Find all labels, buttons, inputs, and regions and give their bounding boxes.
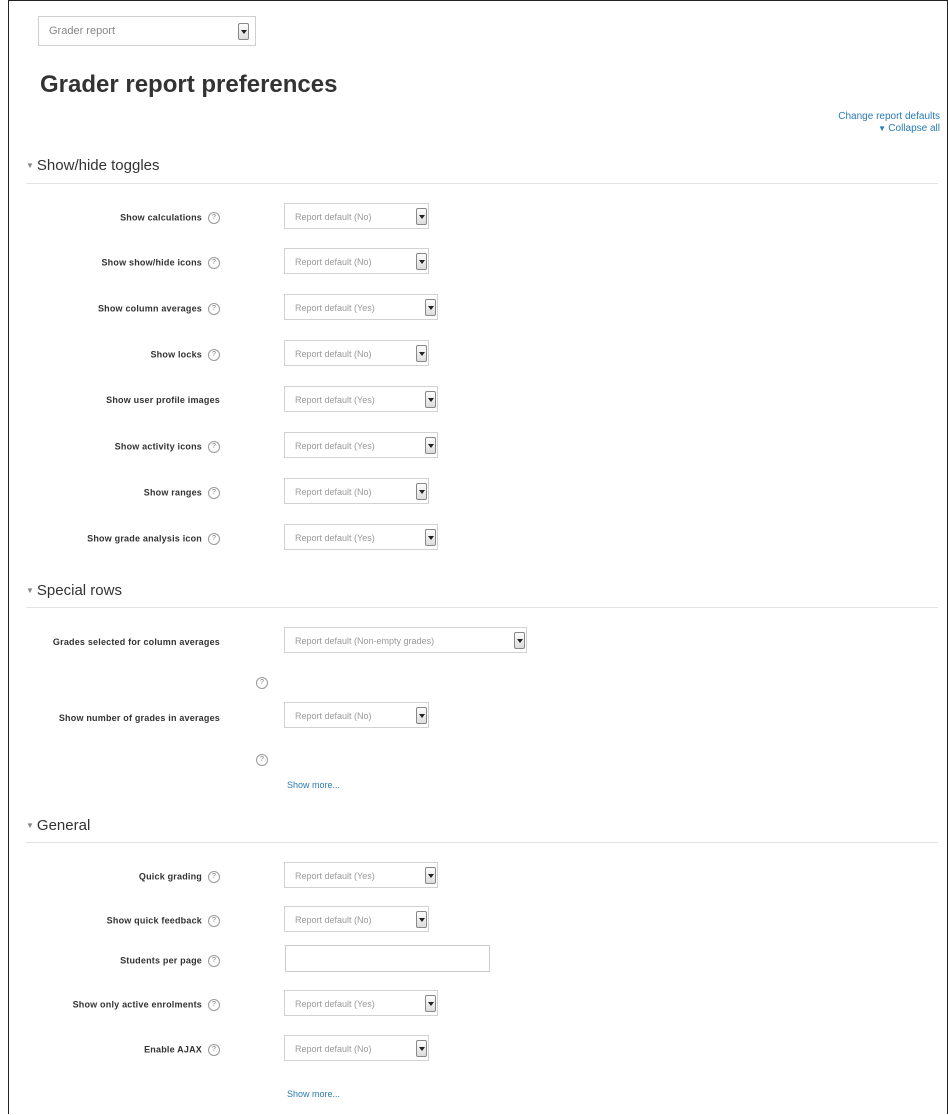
help-icon[interactable]: ? (208, 441, 220, 453)
show-quick-feedback-select[interactable]: Report default (No) (284, 906, 429, 932)
section-title-toggles: Show/hide toggles (36, 157, 160, 174)
dropdown-arrow-icon[interactable] (425, 995, 436, 1012)
top-links: Change report defaults ▼ Collapse all (838, 111, 940, 135)
section-title-general: General (36, 817, 91, 834)
field-label: Show quick feedback? (107, 915, 220, 927)
field-label: Show only active enrolments? (73, 999, 220, 1011)
help-icon[interactable]: ? (208, 349, 220, 361)
select-value: Report default (Yes) (295, 999, 375, 1009)
help-icon[interactable]: ? (208, 871, 220, 883)
help-icon[interactable]: ? (208, 955, 220, 967)
show-number-grades-select[interactable]: Report default (No) (284, 702, 429, 728)
collapse-all-link[interactable]: ▼ Collapse all (838, 123, 940, 135)
dropdown-arrow-icon[interactable] (425, 299, 436, 316)
field-label: Show user profile images (106, 395, 220, 405)
collapse-triangle-icon: ▼ (878, 124, 889, 133)
collapse-all-label: Collapse all (888, 123, 940, 134)
select-value: Report default (No) (295, 349, 372, 359)
collapse-triangle-icon: ▼ (26, 821, 34, 830)
select-value: Report default (No) (295, 212, 372, 222)
field-label: Enable AJAX? (144, 1044, 220, 1056)
section-header-general[interactable]: ▼ General (26, 817, 90, 834)
help-icon[interactable]: ? (208, 915, 220, 927)
show-grade-analysis-icon-select[interactable]: Report default (Yes) (284, 524, 438, 550)
show-showhide-icons-select[interactable]: Report default (No) (284, 248, 429, 274)
field-label: Show grade analysis icon? (87, 533, 220, 545)
field-label: Show calculations? (120, 212, 220, 224)
show-ranges-select[interactable]: Report default (No) (284, 478, 429, 504)
field-label: Show activity icons? (115, 441, 220, 453)
field-label: Show number of grades in averages (58, 713, 220, 723)
select-value: Report default (No) (295, 1044, 372, 1054)
dropdown-arrow-icon[interactable] (416, 1040, 427, 1057)
divider (26, 607, 938, 608)
report-type-select[interactable]: Grader report (38, 16, 256, 46)
collapse-triangle-icon: ▼ (26, 161, 34, 170)
select-value: Report default (Yes) (295, 303, 375, 313)
field-label: Quick grading? (139, 871, 220, 883)
page-title: Grader report preferences (40, 71, 338, 98)
field-label: Students per page? (120, 955, 220, 967)
dropdown-arrow-icon[interactable] (416, 253, 427, 270)
dropdown-arrow-icon[interactable] (416, 483, 427, 500)
field-label: Show show/hide icons? (101, 257, 220, 269)
select-value: Report default (No) (295, 711, 372, 721)
help-icon[interactable]: ? (208, 533, 220, 545)
dropdown-arrow-icon[interactable] (425, 391, 436, 408)
show-locks-select[interactable]: Report default (No) (284, 340, 429, 366)
select-value: Report default (No) (295, 915, 372, 925)
dropdown-arrow-icon[interactable] (416, 911, 427, 928)
change-report-defaults-link[interactable]: Change report defaults (838, 111, 940, 123)
show-column-averages-select[interactable]: Report default (Yes) (284, 294, 438, 320)
divider (26, 183, 938, 184)
field-label: Show locks? (150, 349, 220, 361)
show-activity-icons-select[interactable]: Report default (Yes) (284, 432, 438, 458)
help-icon[interactable]: ? (208, 257, 220, 269)
help-icon[interactable]: ? (208, 1044, 220, 1056)
select-value: Report default (Yes) (295, 533, 375, 543)
help-icon[interactable]: ? (208, 212, 220, 224)
quick-grading-select[interactable]: Report default (Yes) (284, 862, 438, 888)
enable-ajax-select[interactable]: Report default (No) (284, 1035, 429, 1061)
show-calculations-select[interactable]: Report default (No) (284, 203, 429, 229)
select-value: Report default (No) (295, 257, 372, 267)
show-only-active-enrolments-select[interactable]: Report default (Yes) (284, 990, 438, 1016)
report-type-value: Grader report (49, 25, 116, 37)
select-value: Report default (Yes) (295, 395, 375, 405)
section-title-special-rows: Special rows (36, 582, 122, 599)
section-header-special-rows[interactable]: ▼ Special rows (26, 582, 122, 599)
dropdown-arrow-icon[interactable] (425, 529, 436, 546)
help-icon[interactable]: ? (256, 677, 268, 689)
field-label: Grades selected for column averages (52, 637, 220, 647)
field-label: Show column averages? (98, 303, 220, 315)
help-icon[interactable]: ? (256, 754, 268, 766)
dropdown-arrow-icon[interactable] (416, 345, 427, 362)
help-icon[interactable]: ? (208, 999, 220, 1011)
dropdown-arrow-icon[interactable] (425, 437, 436, 454)
help-icon[interactable]: ? (208, 487, 220, 499)
field-label: Show ranges? (144, 487, 220, 499)
select-value: Report default (No) (295, 487, 372, 497)
select-value: Report default (Yes) (295, 871, 375, 881)
dropdown-arrow-icon[interactable] (425, 867, 436, 884)
show-more-link-general[interactable]: Show more... (287, 1089, 340, 1099)
show-more-link-special[interactable]: Show more... (287, 780, 340, 790)
dropdown-arrow-icon[interactable] (416, 208, 427, 225)
help-icon[interactable]: ? (208, 303, 220, 315)
dropdown-arrow-icon[interactable] (514, 632, 525, 649)
select-value: Report default (Yes) (295, 441, 375, 451)
students-per-page-input[interactable] (285, 945, 490, 972)
dropdown-arrow-icon[interactable] (416, 707, 427, 724)
section-header-toggles[interactable]: ▼ Show/hide toggles (26, 157, 160, 174)
show-user-profile-images-select[interactable]: Report default (Yes) (284, 386, 438, 412)
select-value: Report default (Non-empty grades) (295, 636, 435, 646)
divider (26, 842, 938, 843)
dropdown-arrow-icon[interactable] (238, 23, 249, 40)
grades-selected-averages-select[interactable]: Report default (Non-empty grades) (284, 627, 527, 653)
collapse-triangle-icon: ▼ (26, 586, 34, 595)
